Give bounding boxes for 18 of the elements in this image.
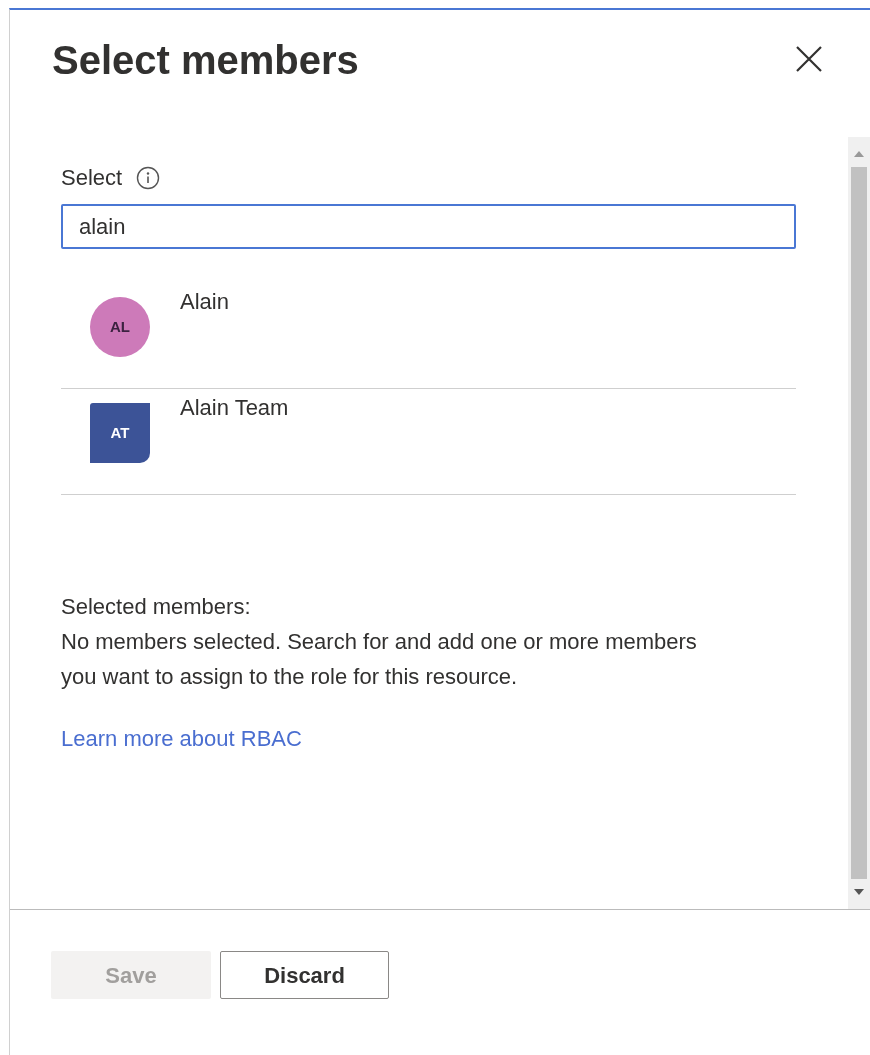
scrollbar[interactable] (848, 137, 870, 909)
rbac-link[interactable]: Learn more about RBAC (61, 722, 302, 755)
selected-members-heading: Selected members: (61, 593, 252, 621)
selected-members-message: No members selected. Search for and add one or more members you want to assign to the role for this resource. (61, 628, 698, 691)
result-row[interactable]: AL Alain (61, 283, 796, 389)
scrollbar-thumb[interactable] (851, 167, 867, 879)
search-field[interactable]: alain (61, 204, 796, 249)
action-button[interactable]: Discard (220, 951, 389, 999)
close-icon[interactable] (794, 44, 824, 74)
panel-title: Select members (52, 37, 359, 84)
avatar: AL (90, 297, 150, 357)
scroll-down-icon[interactable] (854, 889, 864, 897)
info-icon[interactable] (136, 165, 161, 190)
result-row[interactable]: AT Alain Team (61, 389, 796, 495)
member-name: Alain Team (180, 395, 289, 421)
avatar: AT (90, 403, 150, 463)
select-label: Select (61, 164, 123, 192)
member-name: Alain (180, 289, 229, 315)
